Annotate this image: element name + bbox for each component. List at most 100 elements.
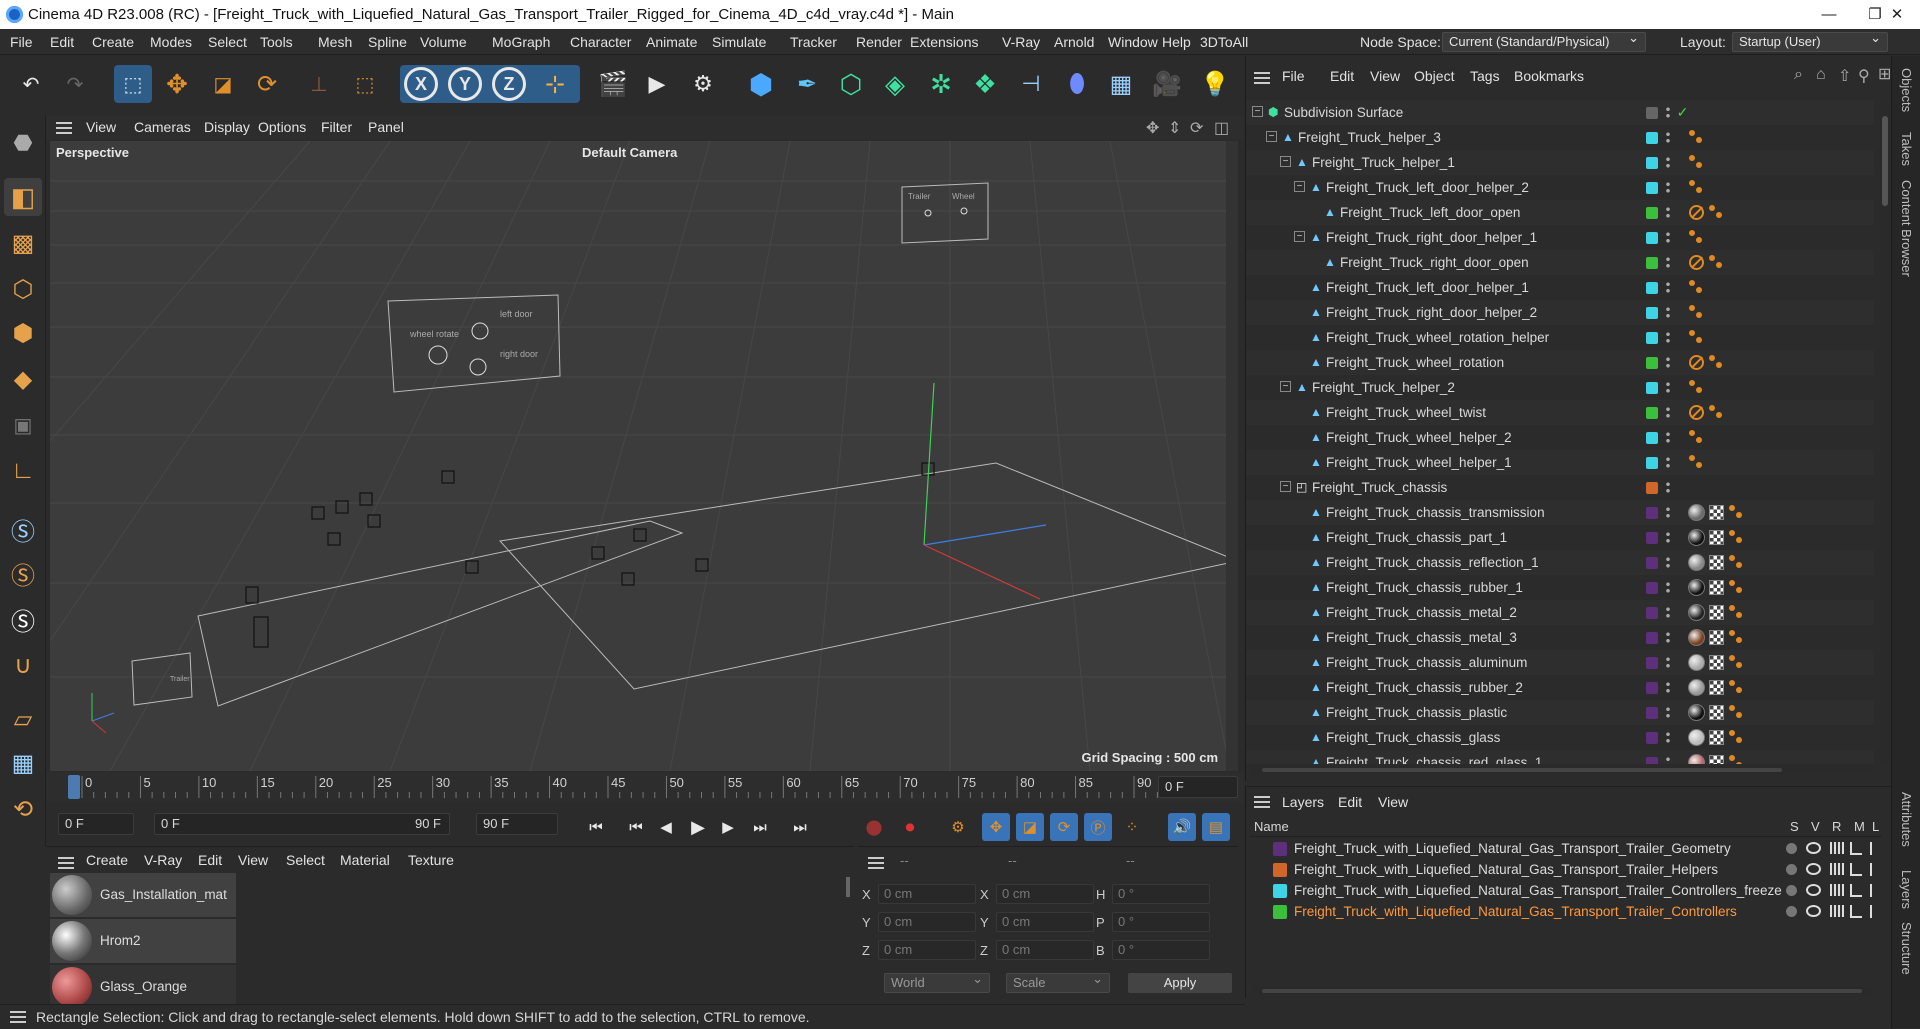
object-row[interactable]: − ⬢ Subdivision Surface ✓ bbox=[1246, 100, 1874, 125]
layer-visible-icon[interactable] bbox=[1806, 905, 1821, 917]
collapse-icon[interactable]: − bbox=[1280, 156, 1291, 167]
layer-visible-icon[interactable] bbox=[1806, 884, 1821, 896]
live-selection-icon[interactable]: ⬚ bbox=[114, 65, 152, 103]
menu-select[interactable]: Select bbox=[208, 34, 247, 50]
uvw-tag-icon[interactable] bbox=[1708, 629, 1725, 646]
visibility-dots[interactable] bbox=[1666, 506, 1670, 519]
uvw-tag-icon[interactable] bbox=[1708, 554, 1725, 571]
collapse-icon[interactable]: − bbox=[1280, 381, 1291, 392]
object-row[interactable]: ▲ Freight_Truck_wheel_rotation bbox=[1246, 350, 1874, 375]
layer-color-swatch[interactable] bbox=[1646, 382, 1658, 394]
object-row[interactable]: − ▲ Freight_Truck_helper_3 bbox=[1246, 125, 1874, 150]
menu-render[interactable]: Render bbox=[856, 34, 902, 50]
frame-range-slider[interactable]: 0 F 90 F bbox=[154, 813, 450, 835]
object-hscrollbar[interactable] bbox=[1252, 766, 1872, 774]
layer-menu-layers[interactable]: Layers bbox=[1282, 794, 1324, 810]
coord-field[interactable]: 0 cm bbox=[878, 884, 976, 904]
visibility-dots[interactable] bbox=[1666, 106, 1670, 119]
collapse-icon[interactable]: − bbox=[1266, 131, 1277, 142]
object-scrollbar[interactable] bbox=[1880, 100, 1890, 764]
uvw-tag-icon[interactable] bbox=[1708, 604, 1725, 621]
goto-start-icon[interactable]: ⏮ bbox=[582, 813, 610, 841]
xpresso-tag-icon[interactable] bbox=[1728, 729, 1745, 746]
layer-color-swatch[interactable] bbox=[1646, 732, 1658, 744]
pen-icon[interactable]: ✒ bbox=[788, 65, 826, 103]
material-menu-view[interactable]: View bbox=[238, 852, 268, 868]
visibility-dots[interactable] bbox=[1666, 306, 1670, 319]
coord-field[interactable]: 0 ° bbox=[1112, 884, 1210, 904]
start-frame-field[interactable]: 0 F bbox=[58, 813, 134, 835]
xpresso-tag-icon[interactable] bbox=[1728, 554, 1745, 571]
layer-color-swatch[interactable] bbox=[1646, 232, 1658, 244]
viewport-menu-view[interactable]: View bbox=[86, 119, 116, 135]
viewport-menu-options[interactable]: Options bbox=[258, 119, 306, 135]
object-row[interactable]: ▲ Freight_Truck_wheel_helper_1 bbox=[1246, 450, 1874, 475]
viewport-menu-icon[interactable] bbox=[56, 122, 72, 134]
render-icon[interactable]: ▶ bbox=[638, 65, 676, 103]
object-menu-bookmarks[interactable]: Bookmarks bbox=[1514, 68, 1584, 84]
menu-simulate[interactable]: Simulate bbox=[712, 34, 766, 50]
scale-icon[interactable]: ◪ bbox=[204, 65, 242, 103]
layer-color-swatch[interactable] bbox=[1646, 157, 1658, 169]
menu-mograph[interactable]: MoGraph bbox=[492, 34, 550, 50]
object-row[interactable]: ▲ Freight_Truck_chassis_glass bbox=[1246, 725, 1874, 750]
menu-spline[interactable]: Spline bbox=[368, 34, 407, 50]
perspective-viewport[interactable]: left door wheel rotate right door Traile… bbox=[50, 141, 1238, 771]
tab-objects[interactable]: Objects bbox=[1899, 68, 1914, 112]
collapse-icon[interactable]: − bbox=[1280, 481, 1291, 492]
coordinate-space-dropdown[interactable]: World bbox=[884, 970, 990, 993]
layer-manager-icon[interactable] bbox=[1850, 905, 1862, 918]
xpresso-tag-icon[interactable] bbox=[1708, 254, 1725, 271]
uvw-tag-icon[interactable] bbox=[1708, 504, 1725, 521]
redo-icon[interactable]: ↷ bbox=[56, 65, 94, 103]
xpresso-tag-icon[interactable] bbox=[1688, 279, 1705, 296]
menu-volume[interactable]: Volume bbox=[420, 34, 467, 50]
layer-hscrollbar[interactable] bbox=[1252, 987, 1872, 995]
visibility-dots[interactable] bbox=[1666, 381, 1670, 394]
object-row[interactable]: − ◰ Freight_Truck_chassis bbox=[1246, 475, 1874, 500]
menu-arnold[interactable]: Arnold bbox=[1054, 34, 1094, 50]
layer-solo-icon[interactable] bbox=[1786, 864, 1797, 875]
current-frame-field[interactable]: 0 F bbox=[1158, 776, 1238, 798]
mograph-cloner-icon[interactable]: ✲ bbox=[922, 65, 960, 103]
object-menu-icon[interactable] bbox=[1254, 72, 1270, 84]
field-icon[interactable]: ⬮ bbox=[1058, 65, 1096, 103]
viewport-move-icon[interactable]: ✥ bbox=[1146, 118, 1159, 138]
prev-frame-icon[interactable]: ◀ bbox=[652, 813, 680, 841]
visibility-dots[interactable] bbox=[1666, 706, 1670, 719]
layer-locked-icon[interactable] bbox=[1870, 905, 1878, 918]
tab-structure[interactable]: Structure bbox=[1899, 922, 1914, 975]
next-frame-icon[interactable]: ▶ bbox=[714, 813, 742, 841]
object-row[interactable]: ▲ Freight_Truck_chassis_rubber_1 bbox=[1246, 575, 1874, 600]
keyframe-selection-icon[interactable]: ⚙ bbox=[944, 813, 972, 841]
collapse-icon[interactable]: − bbox=[1252, 106, 1263, 117]
menu-help[interactable]: Help bbox=[1162, 34, 1191, 50]
xpresso-tag-icon[interactable] bbox=[1688, 129, 1705, 146]
material-tag-icon[interactable] bbox=[1688, 554, 1705, 571]
coordinate-system-icon[interactable]: ⊹ bbox=[536, 65, 574, 103]
xpresso-tag-icon[interactable] bbox=[1688, 379, 1705, 396]
magnet-icon[interactable]: ∪ bbox=[4, 646, 42, 684]
layer-render-icon[interactable] bbox=[1830, 842, 1844, 854]
visibility-dots[interactable] bbox=[1666, 731, 1670, 744]
layer-row[interactable]: Freight_Truck_with_Liquefied_Natural_Gas… bbox=[1250, 901, 1878, 922]
material-menu-texture[interactable]: Texture bbox=[408, 852, 454, 868]
object-row[interactable]: ▲ Freight_Truck_right_door_helper_2 bbox=[1246, 300, 1874, 325]
object-row[interactable]: ▲ Freight_Truck_wheel_twist bbox=[1246, 400, 1874, 425]
object-row[interactable]: − ▲ Freight_Truck_helper_2 bbox=[1246, 375, 1874, 400]
goto-end-icon[interactable]: ⏭ bbox=[786, 813, 814, 841]
enabled-check-icon[interactable]: ✓ bbox=[1674, 104, 1691, 121]
quantize-icon[interactable]: Ⓢ bbox=[4, 600, 42, 638]
coord-field[interactable]: 0 cm bbox=[878, 940, 976, 960]
snap-settings-icon[interactable]: Ⓢ bbox=[4, 554, 42, 592]
material-scrollbar[interactable] bbox=[846, 877, 850, 897]
menu-character[interactable]: Character bbox=[570, 34, 631, 50]
x-axis-icon[interactable]: X bbox=[402, 65, 440, 103]
object-row[interactable]: ▲ Freight_Truck_chassis_transmission bbox=[1246, 500, 1874, 525]
object-row[interactable]: ▲ Freight_Truck_wheel_helper_2 bbox=[1246, 425, 1874, 450]
object-row[interactable]: ▲ Freight_Truck_chassis_reflection_1 bbox=[1246, 550, 1874, 575]
visibility-dots[interactable] bbox=[1666, 681, 1670, 694]
make-editable-icon[interactable]: ⬣ bbox=[4, 124, 42, 162]
workplane-icon[interactable]: ▱ bbox=[4, 700, 42, 738]
xpresso-tag-icon[interactable] bbox=[1688, 429, 1705, 446]
